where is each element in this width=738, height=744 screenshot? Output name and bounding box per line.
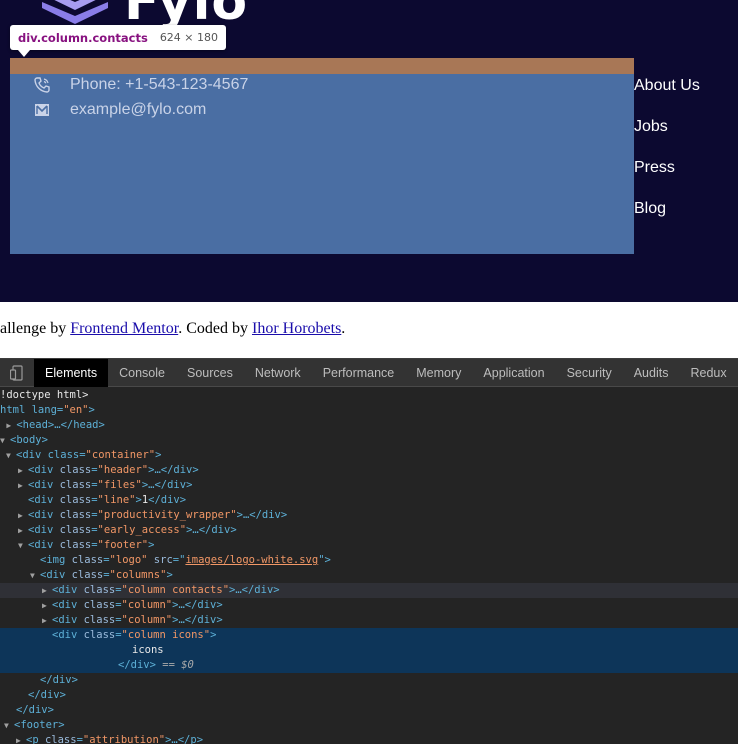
tab-security[interactable]: Security bbox=[556, 359, 623, 387]
footer-link-blog[interactable]: Blog bbox=[634, 200, 666, 218]
expand-arrow-icon[interactable]: ▶ bbox=[18, 463, 28, 478]
dom-node-selected[interactable]: icons bbox=[0, 643, 738, 658]
dom-node[interactable]: ▶ <div class="early_access">…</div> bbox=[0, 523, 738, 538]
logo-text: Fylo bbox=[124, 0, 249, 32]
dom-node[interactable]: ▶ <p class="attribution">…</p> bbox=[0, 733, 738, 744]
footer-link-press[interactable]: Press bbox=[634, 159, 675, 177]
attribution-middle: . Coded by bbox=[178, 320, 252, 337]
attribution-prefix: allenge by bbox=[0, 320, 71, 337]
email-text[interactable]: example@fylo.com bbox=[70, 101, 206, 119]
tab-network[interactable]: Network bbox=[244, 359, 312, 387]
dom-node[interactable]: <img class="logo" src="images/logo-white… bbox=[0, 553, 738, 568]
dom-node[interactable]: !doctype html> bbox=[0, 388, 738, 403]
dom-node-selected[interactable]: </div> == $0 bbox=[0, 658, 738, 673]
tooltip-arrow bbox=[18, 50, 30, 57]
tab-redux[interactable]: Redux bbox=[679, 359, 737, 387]
tooltip-selector: div.column.contacts bbox=[18, 30, 148, 45]
attribution-suffix: . bbox=[341, 320, 346, 337]
dom-node[interactable]: <div class="line">1</div> bbox=[0, 493, 738, 508]
device-toolbar-icon[interactable] bbox=[0, 359, 34, 387]
dom-node[interactable]: ▼ <footer> bbox=[0, 718, 738, 733]
dom-node[interactable]: ▶ <div class="column">…</div> bbox=[0, 613, 738, 628]
dom-node[interactable]: ▼ <div class="footer"> bbox=[0, 538, 738, 553]
dom-node-selected[interactable]: <div class="column icons"> bbox=[0, 628, 738, 643]
collapse-arrow-icon[interactable]: ▼ bbox=[30, 568, 40, 583]
phone-icon bbox=[33, 76, 51, 94]
dom-node[interactable]: </div> bbox=[0, 673, 738, 688]
phone-text: Phone: +1-543-123-4567 bbox=[70, 76, 249, 93]
footer-section: Fylo div.column.contacts 624 × 180 Phone… bbox=[0, 0, 738, 302]
tab-application[interactable]: Application bbox=[472, 359, 555, 387]
dom-node[interactable]: ▼ <div class="columns"> bbox=[0, 568, 738, 583]
collapse-arrow-icon[interactable]: ▼ bbox=[0, 433, 10, 448]
expand-arrow-icon[interactable]: ▶ bbox=[18, 478, 28, 493]
dom-node[interactable]: html lang="en"> bbox=[0, 403, 738, 418]
expand-arrow-icon[interactable]: ▶ bbox=[42, 583, 52, 598]
dom-tree: !doctype html> html lang="en"> ▶ <head>…<… bbox=[0, 387, 738, 744]
collapse-arrow-icon[interactable]: ▼ bbox=[6, 448, 16, 463]
devtools-tabbar: Elements Console Sources Network Perform… bbox=[0, 358, 738, 387]
tab-performance[interactable]: Performance bbox=[312, 359, 406, 387]
collapse-arrow-icon[interactable]: ▼ bbox=[18, 538, 28, 553]
expand-arrow-icon[interactable]: ▶ bbox=[16, 733, 26, 744]
expand-arrow-icon[interactable]: ▶ bbox=[42, 613, 52, 628]
dom-node[interactable]: ▶ <head>…</head> bbox=[0, 418, 738, 433]
dom-node-hovered[interactable]: ▶ <div class="column contacts">…</div> bbox=[0, 583, 738, 598]
frontend-mentor-link[interactable]: Frontend Mentor bbox=[70, 320, 178, 337]
dom-node[interactable]: </div> bbox=[0, 703, 738, 718]
expand-arrow-icon[interactable]: ▶ bbox=[18, 523, 28, 538]
dom-node[interactable]: ▶ <div class="files">…</div> bbox=[0, 478, 738, 493]
inspect-tooltip: div.column.contacts 624 × 180 bbox=[10, 25, 227, 50]
contact-phone: Phone: +1-543-123-4567 bbox=[33, 76, 248, 94]
fylo-logo[interactable]: Fylo bbox=[40, 0, 249, 32]
dom-node[interactable]: ▶ <div class="column">…</div> bbox=[0, 598, 738, 613]
author-link[interactable]: Ihor Horobets bbox=[252, 320, 341, 337]
email-icon bbox=[33, 101, 51, 119]
attribution: allenge by Frontend Mentor. Coded by Iho… bbox=[0, 320, 345, 338]
dom-node[interactable]: ▼ <body> bbox=[0, 433, 738, 448]
tab-audits[interactable]: Audits bbox=[623, 359, 680, 387]
dom-node[interactable]: ▼ <div class="container"> bbox=[0, 448, 738, 463]
tab-sources[interactable]: Sources bbox=[176, 359, 244, 387]
logo-mark-icon bbox=[40, 0, 110, 24]
expand-arrow-icon[interactable]: ▶ bbox=[6, 418, 16, 433]
tab-console[interactable]: Console bbox=[108, 359, 176, 387]
tab-elements[interactable]: Elements bbox=[34, 358, 109, 387]
contact-email: example@fylo.com bbox=[33, 101, 206, 119]
dom-node[interactable]: ▶ <div class="header">…</div> bbox=[0, 463, 738, 478]
dom-node[interactable]: ▶ <div class="productivity_wrapper">…</di… bbox=[0, 508, 738, 523]
dom-node[interactable]: </div> bbox=[0, 688, 738, 703]
tooltip-dimensions: 624 × 180 bbox=[159, 31, 219, 44]
inspect-highlight-margin bbox=[10, 58, 634, 74]
expand-arrow-icon[interactable]: ▶ bbox=[18, 508, 28, 523]
devtools-panel: Elements Console Sources Network Perform… bbox=[0, 358, 738, 744]
expand-arrow-icon[interactable]: ▶ bbox=[42, 598, 52, 613]
footer-link-about-us[interactable]: About Us bbox=[634, 77, 700, 95]
footer-link-jobs[interactable]: Jobs bbox=[634, 118, 668, 136]
tab-memory[interactable]: Memory bbox=[405, 359, 472, 387]
collapse-arrow-icon[interactable]: ▼ bbox=[4, 718, 14, 733]
